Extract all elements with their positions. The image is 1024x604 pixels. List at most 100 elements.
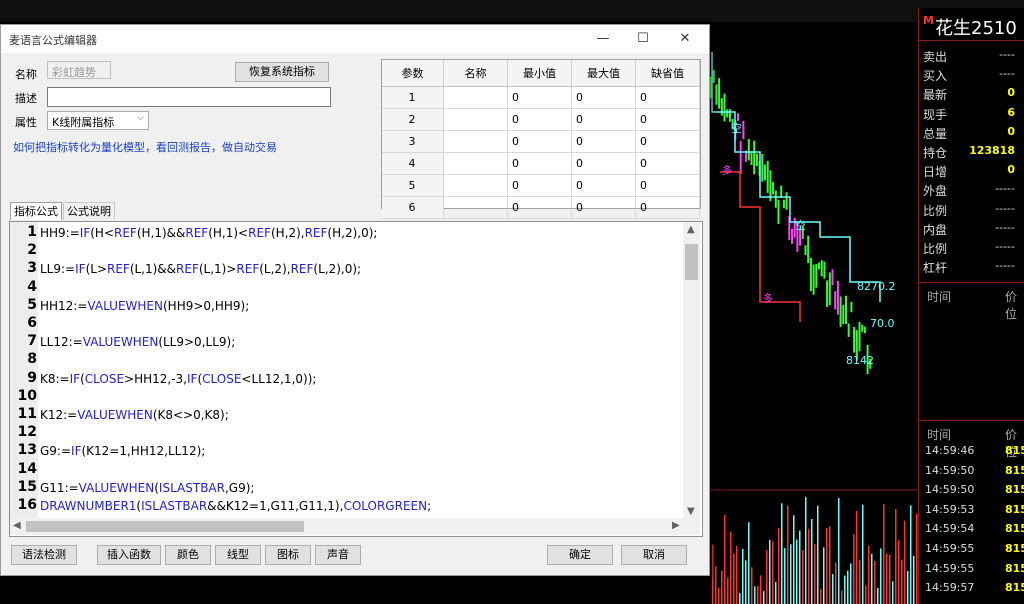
param-cell[interactable] [443,152,509,175]
volume-bar [853,534,855,604]
param-cell[interactable]: 0 [635,108,701,131]
param-cell[interactable]: 0 [507,152,573,175]
column-header[interactable]: 最小值 [507,60,573,87]
code-text: G11:= [40,480,79,495]
line-type-button[interactable]: 线型 [215,545,261,565]
icon-button[interactable]: 图标 [265,545,311,565]
code-line[interactable]: G9:=IF(K12=1,HH12,LL12); [40,444,205,458]
param-index-cell: 6 [382,196,445,219]
candle [834,291,837,310]
code-line[interactable]: K12:=VALUEWHEN(K8<>0,K8); [40,408,229,422]
param-cell[interactable]: 0 [507,86,573,109]
volume-bar [802,549,804,604]
volume-bar [856,510,858,604]
param-cell[interactable]: 0 [571,86,636,109]
volume-bar [733,553,735,604]
code-text: (H< [90,226,114,240]
param-cell[interactable]: 0 [571,196,636,219]
sound-button[interactable]: 声音 [315,545,361,565]
code-text: <LL12,1,0)); [241,371,317,386]
volume-bar [844,575,846,604]
horizontal-scrollbar[interactable]: ◀ ▶ [10,518,700,535]
attribute-select[interactable]: K线附属指标 ⌵ [47,111,149,130]
table-header-row: 参数 名称 最小值 最大值 缺省值 [382,60,701,87]
code-line[interactable]: G11:=VALUEWHEN(ISLASTBAR,G9); [40,481,254,495]
volume-bar [838,498,840,604]
scroll-up-icon[interactable]: ▲ [687,224,695,235]
param-cell[interactable]: 0 [507,130,573,153]
code-text: >HH12,-3, [124,371,187,386]
column-header[interactable]: 缺省值 [635,60,701,87]
param-cell[interactable] [443,108,509,131]
column-header[interactable]: 名称 [443,60,509,87]
quote-label: 比例 [923,242,948,256]
param-cell[interactable]: 0 [571,108,636,131]
param-index-cell: 3 [382,130,445,153]
code-line[interactable]: HH12:=VALUEWHEN(HH9>0,HH9); [40,299,249,313]
volume-bar [799,530,801,604]
volume-bar [757,585,759,604]
tick-price: 815 [1005,542,1024,555]
tick-time: 14:59:57 [925,581,975,595]
param-cell[interactable]: 0 [635,86,701,109]
code-line[interactable]: DRAWNUMBER1(ISLASTBAR&&K12=1,G11,G11,1),… [40,499,431,513]
column-header[interactable]: 参数 [382,60,445,87]
divider [919,40,1024,41]
param-cell[interactable]: 0 [507,196,573,219]
quote-row: 买入 ---- [919,65,1024,84]
vertical-scroll-thumb[interactable] [685,244,698,280]
restore-system-indicator-button[interactable]: 恢复系统指标 [235,62,329,82]
horizontal-scroll-thumb[interactable] [26,521,304,532]
scroll-left-icon[interactable]: ◀ [13,520,21,531]
param-cell[interactable]: 0 [571,152,636,175]
insert-function-button[interactable]: 插入函数 [97,545,161,565]
param-cell[interactable] [443,196,509,219]
contract-name[interactable]: 花生2510 [935,14,1017,40]
name-field[interactable]: 彩虹趋势 [47,61,111,79]
code-text: K12:= [40,408,78,422]
code-line[interactable]: HH9:=IF(H<REF(H,1)&&REF(H,1)<REF(H,2),RE… [40,226,377,240]
ok-button[interactable]: 确定 [547,545,613,565]
cancel-button[interactable]: 取消 [621,545,687,565]
close-button[interactable]: ✕ [665,27,705,51]
param-index-cell: 4 [382,152,445,175]
volume-bar [805,496,807,604]
tab-formula[interactable]: 指标公式 [10,202,62,220]
line-number: 13 [17,442,37,459]
param-cell[interactable]: 0 [507,174,573,197]
minimize-button[interactable]: — [583,27,623,51]
maximize-button[interactable]: ☐ [623,27,663,51]
vertical-scrollbar[interactable]: ▲ ▼ [683,222,700,520]
syntax-check-button[interactable]: 语法检测 [11,545,77,565]
param-cell[interactable]: 0 [635,130,701,153]
title-bar[interactable]: 麦语言公式编辑器 — ☐ ✕ [1,25,709,53]
candle [839,296,842,327]
param-cell[interactable]: 0 [507,108,573,131]
param-cell[interactable] [443,174,509,197]
param-cell[interactable]: 0 [635,152,701,175]
chart-level-high: 8270.2 [857,280,896,293]
description-field[interactable] [47,87,331,107]
param-cell[interactable]: 0 [635,196,701,219]
param-cell[interactable] [443,130,509,153]
param-cell[interactable]: 0 [571,130,636,153]
color-button[interactable]: 颜色 [165,545,211,565]
scroll-down-icon[interactable]: ▼ [687,506,695,517]
code-line[interactable]: LL9:=IF(L>REF(L,1)&&REF(L,1)>REF(L,2),RE… [40,262,361,276]
code-line[interactable]: LL12:=VALUEWHEN(LL9>0,LL9); [40,335,235,349]
scroll-right-icon[interactable]: ▶ [672,520,680,531]
param-cell[interactable]: 0 [571,174,636,197]
column-header[interactable]: 最大值 [571,60,636,87]
quant-model-help-link[interactable]: 如何把指标转化为量化模型，看回测报告，做自动交易 [13,139,277,155]
quote-value: ---- [999,48,1015,61]
tab-formula-description[interactable]: 公式说明 [63,202,115,220]
code-line[interactable]: K8:=IF(CLOSE>HH12,-3,IF(CLOSE<LL12,1,0))… [40,372,316,386]
candle [715,84,718,105]
volume-bar [832,573,834,604]
param-cell[interactable] [443,86,509,109]
code-editor[interactable]: 1 2 3 4 5 6 7 8 9 10 11 12 13 14 15 16 HH9:=IF(H<REF(H,… [9,221,703,537]
code-function: IF [187,371,198,386]
quote-value: ----- [995,182,1015,196]
param-cell[interactable]: 0 [635,174,701,197]
quote-value: ----- [995,240,1015,253]
